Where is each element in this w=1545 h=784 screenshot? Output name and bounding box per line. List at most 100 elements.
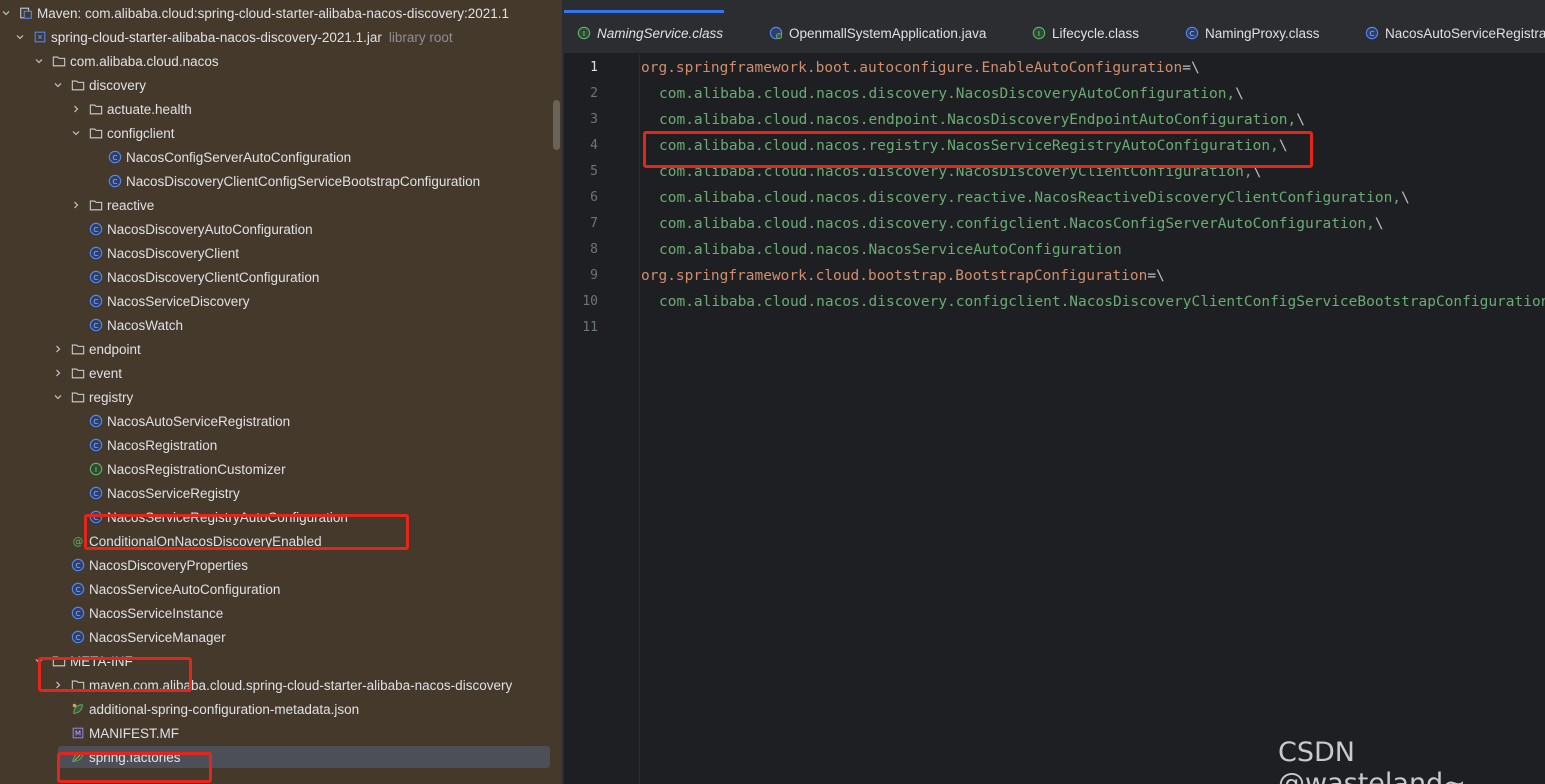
tree-item[interactable]: Maven: com.alibaba.cloud:spring-cloud-st… (0, 1, 562, 25)
code-line[interactable]: com.alibaba.cloud.nacos.discovery.config… (641, 289, 1545, 315)
svg-text:I: I (1038, 29, 1040, 38)
svg-text:C: C (93, 441, 98, 450)
tree-item[interactable]: C NacosDiscoveryAutoConfiguration (0, 217, 562, 241)
tree-item-label: NacosRegistration (107, 437, 218, 453)
tree-item-label: configclient (107, 125, 175, 141)
tree-item[interactable]: M MANIFEST.MF (0, 721, 562, 745)
tree-folder[interactable]: maven.com.alibaba.cloud.spring-cloud-sta… (0, 673, 562, 697)
property-value: com.alibaba.cloud.nacos.discovery.NacosD… (659, 164, 1253, 180)
tree-item[interactable]: C NacosWatch (0, 313, 562, 337)
tab-label: NacosAutoServiceRegistra (1385, 25, 1545, 41)
tab-label: Lifecycle.class (1052, 25, 1140, 41)
tree-item[interactable]: C NacosServiceRegistryAutoConfiguration (0, 505, 562, 529)
tree-folder[interactable]: event (0, 361, 562, 385)
chevron-right-icon[interactable] (70, 103, 82, 115)
property-value: com.alibaba.cloud.nacos.discovery.reacti… (659, 190, 1402, 206)
folder-icon (70, 389, 86, 405)
chevron-right-icon[interactable] (70, 199, 82, 211)
editor-tab[interactable]: C NamingProxy.class (1172, 12, 1332, 53)
tree-item[interactable]: C NacosRegistration (0, 433, 562, 457)
tree-folder[interactable]: endpoint (0, 337, 562, 361)
tree-item-label: event (89, 365, 123, 381)
code-line[interactable]: com.alibaba.cloud.nacos.discovery.NacosD… (641, 81, 1244, 107)
tree-item-label: NacosDiscoveryClientConfigServiceBootstr… (126, 173, 481, 189)
chevron-down-icon[interactable] (0, 7, 12, 19)
code-editor[interactable]: org.springframework.boot.autoconfigure.E… (641, 54, 1545, 784)
code-line[interactable]: org.springframework.boot.autoconfigure.E… (641, 55, 1200, 81)
code-line[interactable] (641, 315, 659, 341)
jar-icon (32, 29, 48, 45)
svg-text:C: C (93, 249, 98, 258)
code-line[interactable]: com.alibaba.cloud.nacos.endpoint.NacosDi… (641, 107, 1305, 133)
tree-item-label: spring.factories (89, 749, 181, 765)
property-value: com.alibaba.cloud.nacos.endpoint.NacosDi… (659, 112, 1297, 128)
editor-tab[interactable]: C NacosAutoServiceRegistra (1352, 12, 1545, 53)
chevron-down-icon[interactable] (70, 127, 82, 139)
line-number: 11 (582, 320, 598, 335)
code-line[interactable]: com.alibaba.cloud.nacos.discovery.reacti… (641, 185, 1410, 211)
tree-folder[interactable]: registry (0, 385, 562, 409)
class-icon: C (88, 485, 104, 501)
tree-folder[interactable]: com.alibaba.cloud.nacos (0, 49, 562, 73)
tree-item-label: Maven: com.alibaba.cloud:spring-cloud-st… (37, 5, 509, 21)
library-icon (18, 5, 34, 21)
tree-item[interactable]: C NacosDiscoveryProperties (0, 553, 562, 577)
property-value: com.alibaba.cloud.nacos.registry.NacosSe… (659, 138, 1279, 154)
editor-tab[interactable]: I NamingService.class (564, 12, 735, 53)
property-value: com.alibaba.cloud.nacos.discovery.NacosD… (659, 86, 1236, 102)
tree-item[interactable]: spring.factories (0, 745, 562, 769)
tree-item[interactable]: C NacosDiscoveryClient (0, 241, 562, 265)
chevron-right-icon[interactable] (52, 343, 64, 355)
editor-tab[interactable]: OpenmallSystemApplication.java (756, 12, 998, 53)
tree-item[interactable]: C NacosServiceManager (0, 625, 562, 649)
svg-text:C: C (75, 585, 80, 594)
tree-item[interactable]: C NacosConfigServerAutoConfiguration (0, 145, 562, 169)
tree-scrollbar[interactable] (553, 100, 560, 150)
line-number: 6 (590, 190, 598, 205)
line-number: 3 (590, 112, 598, 127)
folder-icon (70, 77, 86, 93)
tab-label: OpenmallSystemApplication.java (789, 25, 987, 41)
code-line[interactable]: com.alibaba.cloud.nacos.NacosServiceAuto… (641, 237, 1122, 263)
svg-text:C: C (1369, 29, 1374, 38)
tree-folder[interactable]: META-INF (0, 649, 562, 673)
folder-icon (70, 677, 86, 693)
tree-item[interactable]: C NacosDiscoveryClientConfigServiceBootst… (0, 169, 562, 193)
editor-tab[interactable]: I Lifecycle.class (1019, 12, 1151, 53)
tree-folder[interactable]: configclient (0, 121, 562, 145)
tree-item[interactable]: C NacosServiceDiscovery (0, 289, 562, 313)
tree-folder[interactable]: reactive (0, 193, 562, 217)
svg-text:C: C (93, 321, 98, 330)
line-number: 1 (590, 60, 598, 75)
chevron-down-icon[interactable] (14, 31, 26, 43)
tree-folder[interactable]: discovery (0, 73, 562, 97)
tree-item[interactable]: @ ConditionalOnNacosDiscoveryEnabled (0, 529, 562, 553)
tree-item[interactable]: C NacosServiceAutoConfiguration (0, 577, 562, 601)
chevron-right-icon[interactable] (52, 367, 64, 379)
svg-text:C: C (1189, 29, 1194, 38)
tree-item[interactable]: C NacosDiscoveryClientConfiguration (0, 265, 562, 289)
chevron-down-icon[interactable] (33, 55, 45, 67)
folder-icon (70, 365, 86, 381)
tree-item[interactable]: I NacosRegistrationCustomizer (0, 457, 562, 481)
code-line[interactable]: com.alibaba.cloud.nacos.registry.NacosSe… (641, 133, 1288, 159)
chevron-down-icon[interactable] (33, 655, 45, 667)
line-continuation: \ (1296, 112, 1306, 128)
code-line[interactable]: com.alibaba.cloud.nacos.discovery.config… (641, 211, 1384, 237)
tree-item[interactable]: C NacosServiceInstance (0, 601, 562, 625)
tree-item-label: discovery (89, 77, 147, 93)
svg-text:C: C (112, 177, 117, 186)
tree-folder[interactable]: actuate.health (0, 97, 562, 121)
manifest-icon: M (70, 725, 86, 741)
chevron-right-icon[interactable] (52, 679, 64, 691)
tree-item[interactable]: C NacosServiceRegistry (0, 481, 562, 505)
tree-item[interactable]: C NacosAutoServiceRegistration (0, 409, 562, 433)
interface-icon: I (1031, 25, 1047, 41)
tree-item[interactable]: spring-cloud-starter-alibaba-nacos-disco… (0, 25, 562, 49)
code-line[interactable]: org.springframework.cloud.bootstrap.Boot… (641, 263, 1165, 289)
chevron-down-icon[interactable] (52, 391, 64, 403)
line-continuation: \ (1401, 190, 1410, 206)
tree-item[interactable]: additional-spring-configuration-metadata… (0, 697, 562, 721)
code-line[interactable]: com.alibaba.cloud.nacos.discovery.NacosD… (641, 159, 1261, 185)
chevron-down-icon[interactable] (52, 79, 64, 91)
